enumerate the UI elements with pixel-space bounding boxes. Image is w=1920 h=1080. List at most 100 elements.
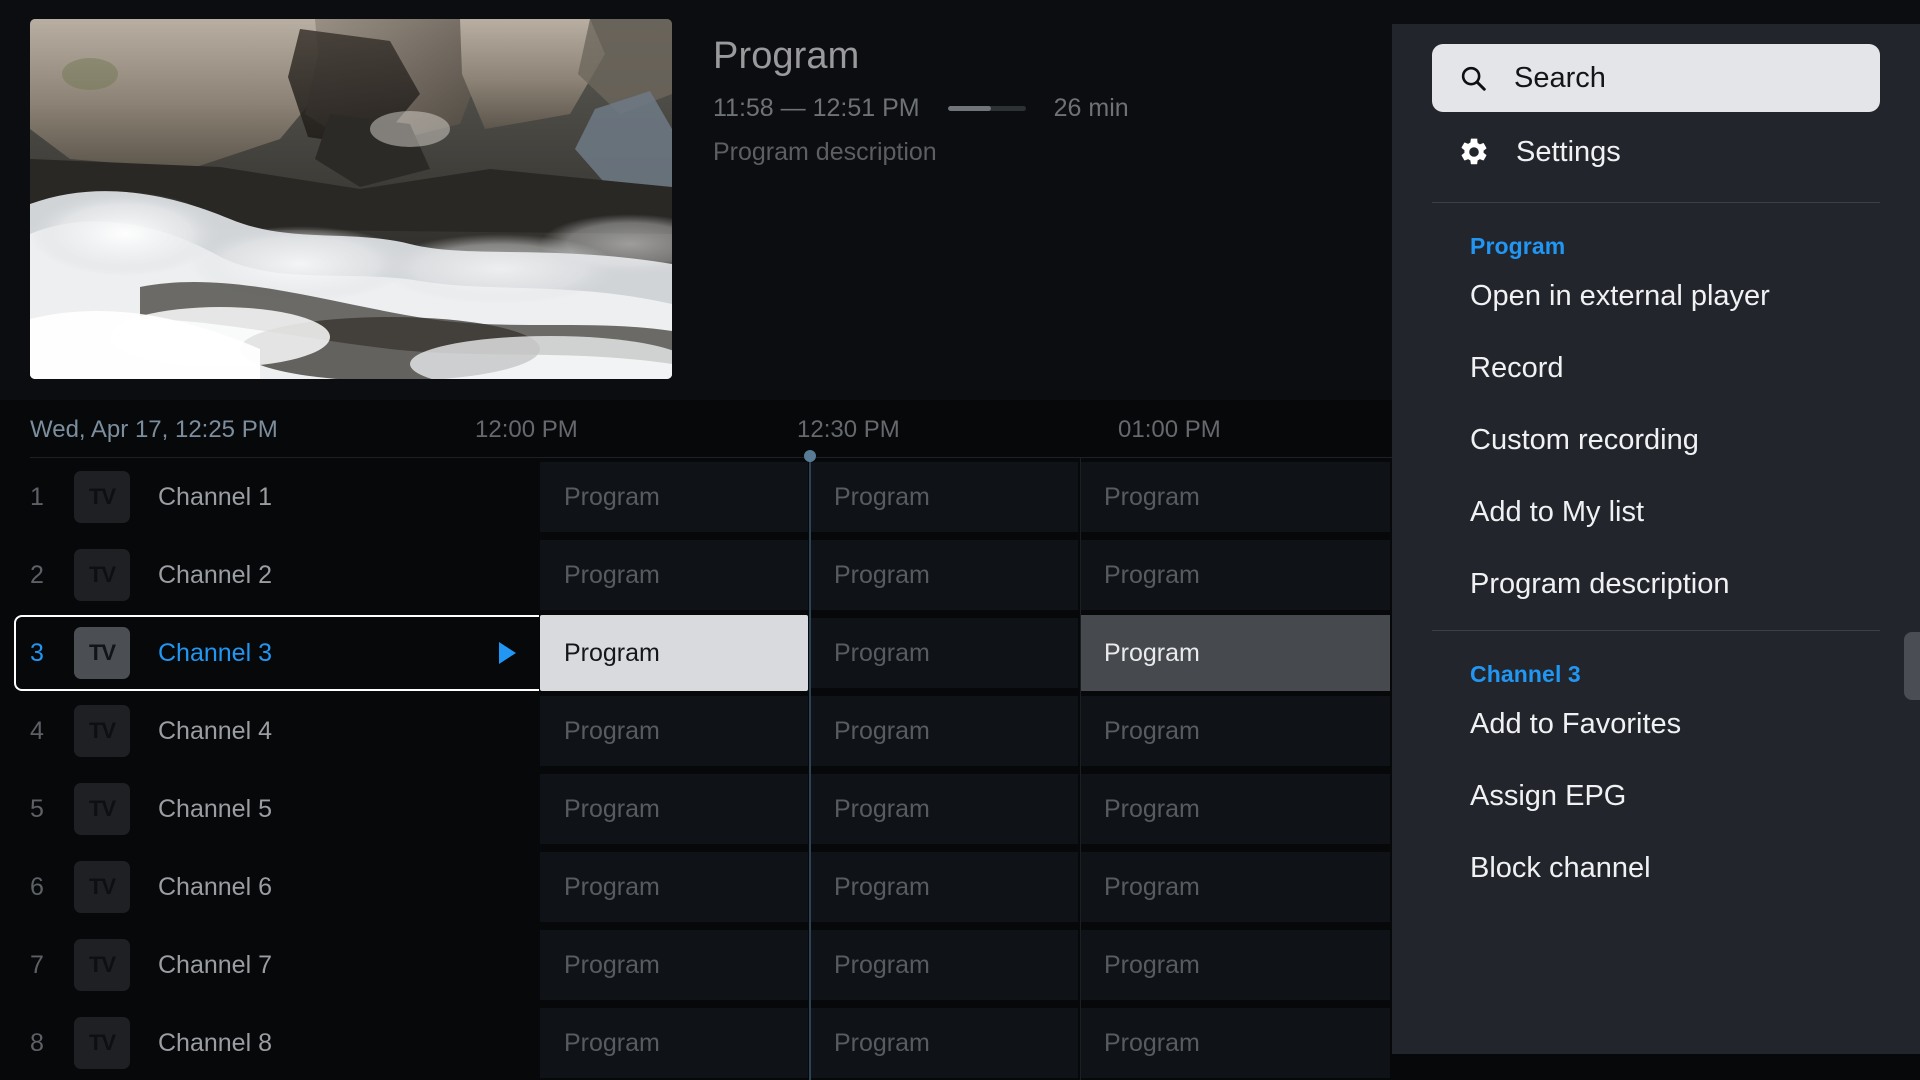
program-description: Program description [713,138,937,166]
menu-section-program: Program [1470,233,1566,259]
program-cell-label: Program [834,872,930,901]
menu-item-program-action-4[interactable]: Program description [1432,548,1880,620]
program-cell-label: Program [564,1028,660,1057]
gear-icon [1461,138,1487,165]
channel-info[interactable]: 1 TV Channel 1 [0,458,540,536]
channel-number: 1 [30,482,44,511]
program-cell-label: Program [834,794,930,823]
tv-logo-text: TV [88,718,116,743]
channel-number: 8 [30,1028,44,1057]
tv-logo-text: TV [88,952,116,977]
vertical-scrollbar[interactable] [1904,632,1920,700]
program-cell-label: Program [564,560,660,589]
program-cell-label: Program [564,950,660,979]
program-cell[interactable]: Program [540,615,808,691]
program-cell[interactable]: Program [810,774,1078,844]
program-cell-label: Program [1104,794,1200,823]
tv-logo-text: TV [88,484,116,509]
tv-logo-icon: TV [74,471,130,523]
settings-menu-item[interactable]: Settings [1432,112,1880,192]
channel-name: Channel 6 [158,872,272,901]
tv-logo-icon: TV [74,783,130,835]
program-cell[interactable]: Program [540,930,808,1000]
menu-item-program-action-2[interactable]: Custom recording [1432,404,1880,476]
channel-info[interactable]: 5 TV Channel 5 [0,770,540,848]
tv-logo-icon: TV [74,1017,130,1069]
tv-logo-text: TV [88,562,116,587]
channel-name: Channel 8 [158,1028,272,1057]
program-cell[interactable]: Program [810,930,1078,1000]
program-action-list[interactable]: Open in external player Record Custom reco… [1432,260,1880,620]
menu-item-channel-action-1[interactable]: Assign EPG [1432,760,1880,832]
program-cell[interactable]: Program [1080,615,1390,691]
program-cell-label: Program [564,482,660,511]
program-cell-label: Program [1104,950,1200,979]
channel-action-list[interactable]: Add to Favorites Assign EPG Block channel [1432,688,1880,904]
program-cell-label: Program [834,560,930,589]
program-cell-label: Program [1104,638,1200,667]
program-cell-label: Program [1104,1028,1200,1057]
channel-info[interactable]: 4 TV Channel 4 [0,692,540,770]
channel-name: Channel 7 [158,950,272,979]
program-cell[interactable]: Program [1080,462,1390,532]
program-cell[interactable]: Program [810,618,1078,688]
menu-item-channel-action-0[interactable]: Add to Favorites [1432,688,1880,760]
program-cell[interactable]: Program [1080,774,1390,844]
settings-label: Settings [1516,135,1621,168]
program-cell[interactable]: Program [810,852,1078,922]
timeline-tick-2: 01:00 PM [1118,416,1221,443]
timeline-tick-1: 12:30 PM [797,416,900,443]
program-time-range: 11:58 — 12:51 PM [713,93,920,122]
program-cell-label: Program [834,1028,930,1057]
program-cell-label: Program [834,950,930,979]
context-menu-panel[interactable]: Search Settings Program Open in external… [1392,24,1920,1054]
channel-info[interactable]: 8 TV Channel 8 [0,1004,540,1080]
program-cell[interactable]: Program [810,462,1078,532]
channel-info[interactable]: 7 TV Channel 7 [0,926,540,1004]
program-cell[interactable]: Program [810,540,1078,610]
channel-number: 3 [30,638,44,667]
tv-logo-text: TV [88,874,116,899]
program-progress-bar [947,105,1026,111]
search-input[interactable]: Search [1432,44,1880,112]
program-cell[interactable]: Program [1080,540,1390,610]
program-cell-label: Program [834,482,930,511]
program-cell[interactable]: Program [540,774,808,844]
channel-info[interactable]: 6 TV Channel 6 [0,848,540,926]
program-cell[interactable]: Program [540,696,808,766]
program-cell[interactable]: Program [1080,1008,1390,1078]
program-cell[interactable]: Program [1080,852,1390,922]
program-meta-row: 11:58 — 12:51 PM 26 min [713,94,1363,122]
epg-app: Program 11:58 — 12:51 PM 26 min Program … [0,0,1920,1080]
tv-logo-text: TV [88,796,116,821]
menu-item-program-action-0[interactable]: Open in external player [1432,260,1880,332]
tv-logo-icon: TV [74,705,130,757]
program-cell-label: Program [1104,872,1200,901]
program-info: Program 11:58 — 12:51 PM 26 min Program … [713,32,1363,167]
channel-name: Channel 2 [158,560,272,589]
program-cell[interactable]: Program [1080,930,1390,1000]
program-cell[interactable]: Program [1080,696,1390,766]
program-cell[interactable]: Program [540,540,808,610]
play-icon[interactable] [499,642,516,664]
menu-item-channel-action-2[interactable]: Block channel [1432,832,1880,904]
tv-logo-text: TV [88,1030,116,1055]
channel-info[interactable]: 2 TV Channel 2 [0,536,540,614]
channel-number: 5 [30,794,44,823]
program-cell[interactable]: Program [810,696,1078,766]
program-cell-label: Program [564,794,660,823]
program-thumbnail[interactable] [30,19,672,379]
channel-name: Channel 1 [158,482,272,511]
channel-number: 2 [30,560,44,589]
program-cell[interactable]: Program [540,462,808,532]
menu-item-program-action-1[interactable]: Record [1432,332,1880,404]
program-cell[interactable]: Program [810,1008,1078,1078]
channel-info[interactable]: 3 TV Channel 3 [0,614,540,692]
menu-item-program-action-3[interactable]: Add to My list [1432,476,1880,548]
menu-section-channel: Channel 3 [1470,661,1581,687]
program-cell-label: Program [1104,716,1200,745]
program-cell[interactable]: Program [540,852,808,922]
channel-name: Channel 4 [158,716,272,745]
program-cell[interactable]: Program [540,1008,808,1078]
program-title: Program [713,35,860,77]
